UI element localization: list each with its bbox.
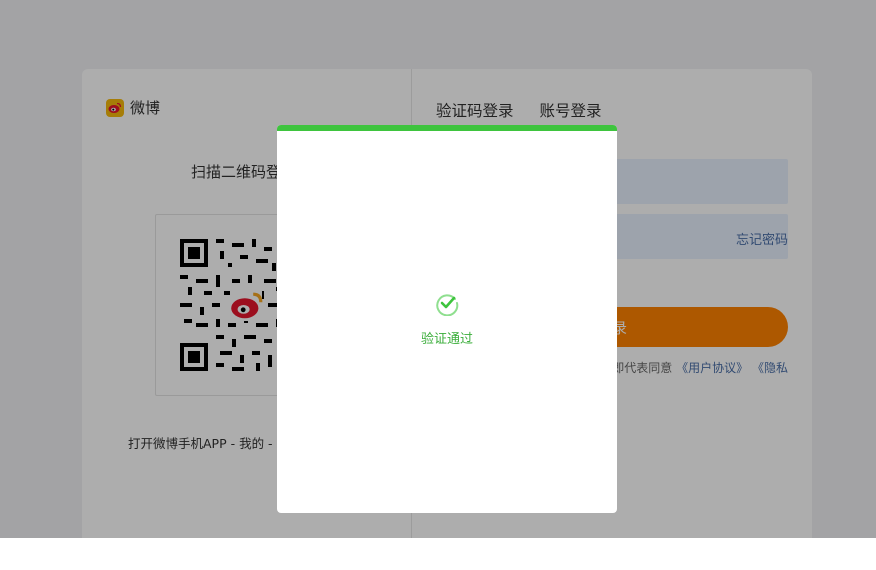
verification-status: 验证通过 [420,332,473,347]
verification-modal: 验证通过 [277,125,617,513]
modal-progress-bar [277,125,617,131]
check-circle-icon [436,294,459,316]
